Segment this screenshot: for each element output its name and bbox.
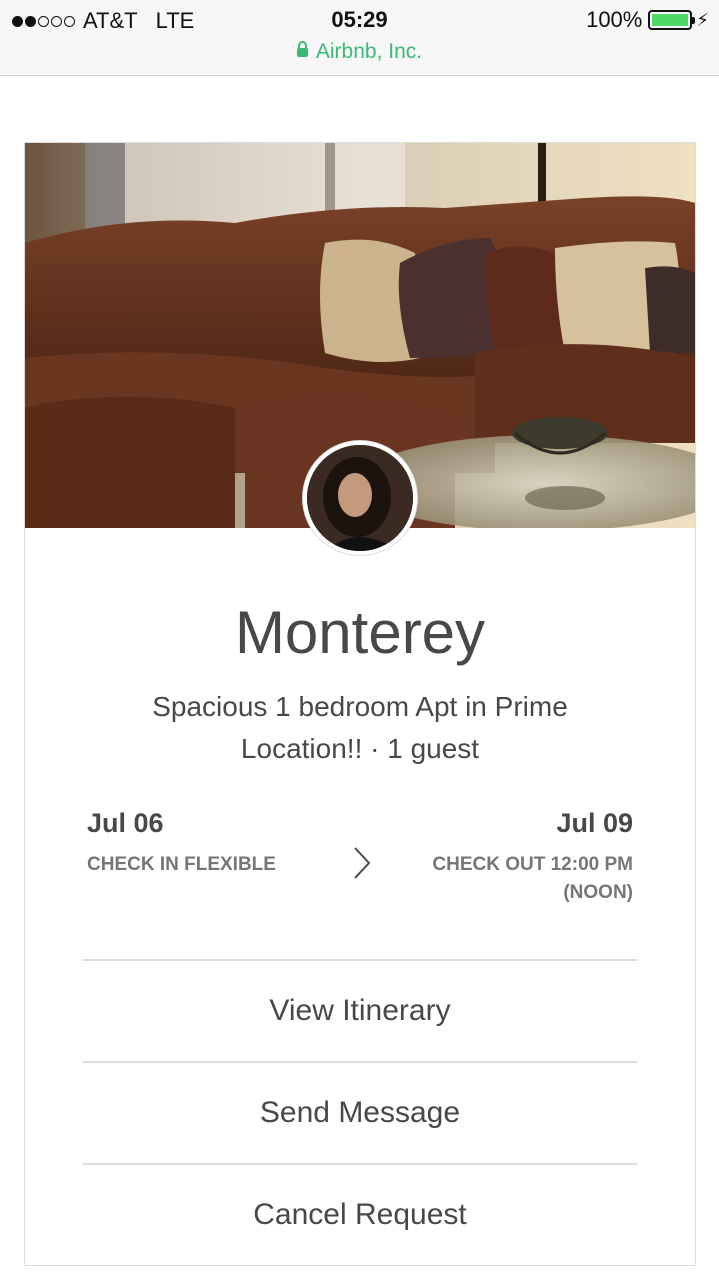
check-in-date: Jul 06 (87, 808, 164, 838)
host-avatar[interactable] (303, 441, 417, 555)
reservation-card: Monterey Spacious 1 bedroom Apt in Prime… (24, 142, 696, 1266)
view-itinerary-button[interactable]: View Itinerary (83, 961, 637, 1061)
lock-icon (296, 41, 308, 57)
send-message-button[interactable]: Send Message (83, 1063, 637, 1163)
listing-subtitle: Spacious 1 bedroom Apt in Prime Location… (152, 691, 568, 764)
chevron-right-icon (354, 847, 371, 879)
reservation-dates: Jul 06 CHECK IN FLEXIBLE Jul 09 CHECK OU… (87, 808, 633, 918)
site-name: Airbnb, Inc. (315, 40, 423, 63)
charging-icon: ⚡ (696, 9, 709, 30)
check-out: Jul 09 CHECK OUT 12:00 PM (NOON) (403, 808, 633, 907)
status-right: 100% ⚡ (586, 7, 709, 33)
status-bar: AT&T LTE 05:29 100% ⚡ Airbnb, Inc. (0, 0, 719, 76)
check-out-label: CHECK OUT 12:00 PM (NOON) (432, 854, 633, 903)
check-in-label: CHECK IN FLEXIBLE (87, 854, 276, 875)
site-identity[interactable]: Airbnb, Inc. (0, 40, 719, 64)
battery-icon (648, 10, 696, 30)
listing-title: Monterey (234, 599, 486, 666)
check-out-date: Jul 09 (556, 808, 633, 838)
cancel-request-button[interactable]: Cancel Request (83, 1165, 637, 1265)
battery-percent: 100% (586, 7, 643, 32)
avatar-image (307, 445, 413, 551)
check-in: Jul 06 CHECK IN FLEXIBLE (87, 808, 276, 879)
